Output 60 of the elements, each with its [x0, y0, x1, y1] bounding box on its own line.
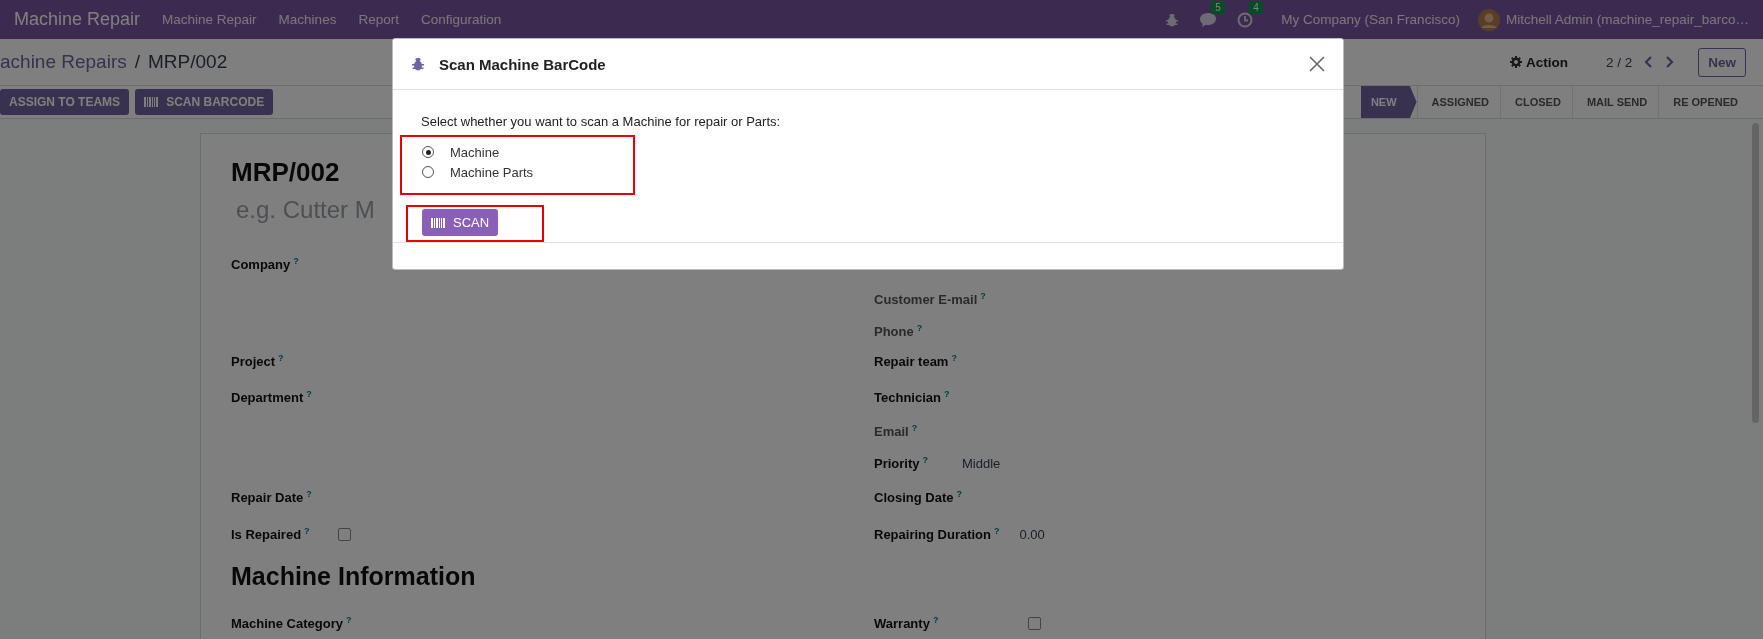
- menu-item[interactable]: Configuration: [420, 12, 502, 27]
- field-label: Is Repaired $^{?}$: [231, 525, 310, 543]
- scrollbar[interactable]: [1752, 123, 1759, 423]
- pager-value: 2 / 2: [1605, 54, 1633, 70]
- status-step[interactable]: ASSIGNED: [1416, 86, 1501, 118]
- user-menu[interactable]: Mitchell Admin (machine_repair_barco…: [1505, 12, 1749, 27]
- settings-icon: [1509, 56, 1522, 68]
- field-label: Priority $^{?}$: [874, 454, 928, 472]
- barcode-icon: [431, 217, 445, 228]
- record-name: MRP/002: [231, 156, 340, 189]
- field-value[interactable]: Middle: [962, 455, 1001, 471]
- section-title: Machine Information: [231, 561, 476, 592]
- header-button[interactable]: SCAN BARCODE: [135, 89, 274, 115]
- action-button[interactable]: Action: [1509, 54, 1568, 70]
- bug-icon[interactable]: [1165, 12, 1180, 27]
- field-label: Phone $^{?}$: [874, 322, 923, 340]
- breadcrumb-link[interactable]: achine Repairs: [0, 51, 127, 73]
- bug-icon: [411, 57, 425, 71]
- field-label: Machine Category $^{?}$: [231, 614, 352, 632]
- app-title[interactable]: Machine Repair: [14, 9, 141, 30]
- field-label: Department $^{?}$: [231, 388, 312, 406]
- dialog-prompt: Select whether you want to scan a Machine for repair or Parts:: [421, 114, 781, 129]
- field-label: Repairing Duration $^{?}$: [874, 525, 1000, 543]
- status-step[interactable]: RE OPENED: [1658, 86, 1749, 118]
- menu-item[interactable]: Machines: [278, 12, 337, 27]
- checkbox[interactable]: [1028, 616, 1042, 630]
- radio-label[interactable]: Machine Parts: [450, 164, 534, 180]
- chat-icon[interactable]: [1199, 11, 1218, 28]
- company-switcher[interactable]: My Company (San Francisco): [1281, 12, 1460, 27]
- field-label: Repair Date $^{?}$: [231, 488, 312, 506]
- record-title: MRP/002: [148, 51, 228, 73]
- field-label: Technician $^{?}$: [874, 388, 950, 406]
- scan-button[interactable]: SCAN: [422, 209, 499, 236]
- barcode-icon: [144, 97, 159, 107]
- field-label: Customer E-mail $^{?}$: [874, 290, 986, 308]
- count-badge: 4: [1249, 0, 1263, 14]
- field-label: Warranty $^{?}$: [874, 614, 939, 632]
- close-icon[interactable]: [1309, 56, 1325, 72]
- field-label: Repair team $^{?}$: [874, 352, 957, 370]
- menu-item[interactable]: Machine Repair: [162, 12, 257, 27]
- breadcrumb-separator: /: [134, 51, 141, 73]
- new-button[interactable]: New: [1698, 47, 1746, 77]
- chevron-left-icon[interactable]: [1644, 56, 1655, 68]
- chevron-right-icon[interactable]: [1664, 56, 1675, 68]
- radio-label[interactable]: Machine: [450, 144, 500, 160]
- status-step[interactable]: NEW: [1360, 86, 1417, 118]
- dialog-title: Scan Machine BarCode: [439, 55, 607, 73]
- field-value[interactable]: 0.00: [1019, 526, 1045, 542]
- status-step[interactable]: CLOSED: [1500, 86, 1572, 118]
- header-button[interactable]: ASSIGN TO TEAMS: [0, 89, 130, 115]
- field-label: Closing Date $^{?}$: [874, 488, 962, 506]
- field-label: Project $^{?}$: [231, 352, 284, 370]
- avatar-icon[interactable]: [1477, 8, 1500, 31]
- clock-icon[interactable]: [1237, 11, 1254, 28]
- field-label: Email $^{?}$: [874, 422, 918, 440]
- count-badge: 5: [1211, 0, 1225, 14]
- menu-item[interactable]: Report: [358, 12, 399, 27]
- status-step[interactable]: MAIL SEND: [1571, 86, 1659, 118]
- checkbox[interactable]: [337, 527, 351, 541]
- field-label: Company $^{?}$: [231, 255, 299, 273]
